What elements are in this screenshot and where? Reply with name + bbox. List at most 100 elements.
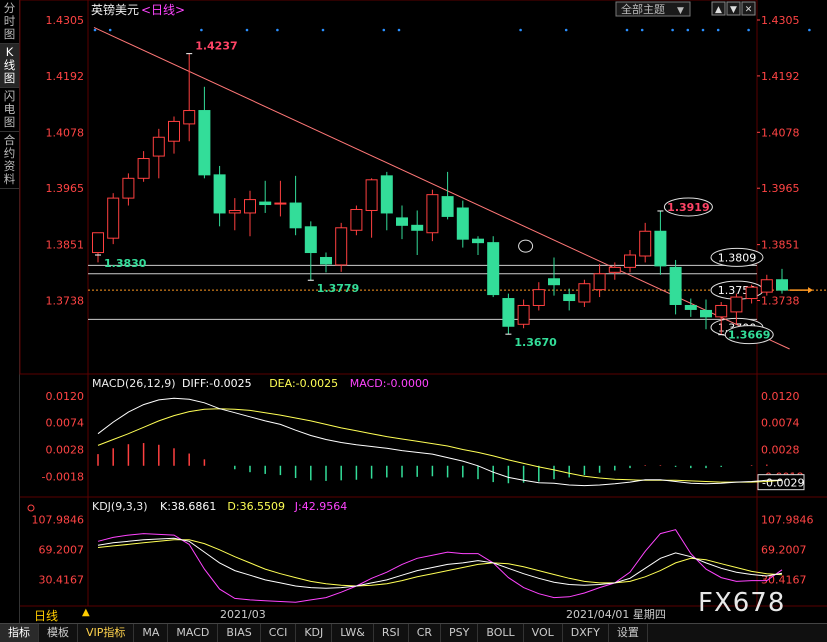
- candle[interactable]: [593, 263, 606, 298]
- scroll-up-button-icon: ▲: [715, 5, 722, 15]
- signal-dot: [564, 28, 568, 32]
- toolbar-cci-button[interactable]: CCI: [261, 624, 297, 642]
- toolbar-rsi-button[interactable]: RSI: [374, 624, 409, 642]
- candle[interactable]: [107, 193, 120, 245]
- signal-dot: [245, 28, 249, 32]
- candle[interactable]: [168, 116, 180, 154]
- candle[interactable]: [441, 171, 454, 220]
- candle-body: [715, 304, 728, 318]
- candle[interactable]: [517, 299, 530, 329]
- period-arrow-icon[interactable]: ▲: [82, 607, 90, 618]
- signal-dots: [93, 28, 811, 32]
- candle[interactable]: [289, 175, 302, 236]
- macd-value-label: MACD:-0.0000: [350, 377, 429, 390]
- toolbar-kdj-button[interactable]: KDJ: [296, 624, 333, 642]
- signal-dot: [640, 28, 644, 32]
- candle-body: [760, 279, 773, 293]
- candle[interactable]: [760, 274, 773, 296]
- signal-dot: [686, 28, 690, 32]
- macd-tick-label-right: 0.0028: [761, 443, 800, 456]
- candle-body: [472, 238, 484, 244]
- candle-body: [563, 294, 576, 302]
- candle-body: [259, 201, 272, 206]
- toolbar-bias-button[interactable]: BIAS: [218, 624, 261, 642]
- candle[interactable]: [198, 86, 211, 179]
- toolbar-dxfy-button[interactable]: DXFY: [563, 624, 609, 642]
- price-tick-label-left: 1.3965: [46, 182, 85, 195]
- candle[interactable]: [213, 165, 226, 227]
- candle[interactable]: [228, 198, 241, 231]
- price-tick-label-left: 1.3738: [46, 295, 85, 308]
- kdj-tick-label-left: 30.4167: [39, 574, 85, 587]
- candle[interactable]: [426, 189, 439, 242]
- candle[interactable]: [183, 53, 196, 142]
- candle[interactable]: [639, 222, 652, 263]
- annotation-label: 1.4237: [195, 40, 237, 53]
- candle[interactable]: [244, 190, 256, 237]
- kdj-indicator-dot-icon: [27, 504, 35, 512]
- candle[interactable]: [563, 288, 576, 311]
- period-selector[interactable]: 日线: [34, 607, 58, 624]
- toolbar-vol-button[interactable]: VOL: [524, 624, 563, 642]
- candle[interactable]: [274, 180, 287, 217]
- candle[interactable]: [122, 173, 135, 206]
- chart-header: 英镑美元 <日线> 全部主题 ▼ ▲ ▼ ✕: [91, 1, 756, 17]
- candle[interactable]: [487, 236, 500, 298]
- candle-body: [745, 286, 758, 300]
- candle[interactable]: [669, 259, 682, 315]
- toolbar-psy-button[interactable]: PSY: [441, 624, 479, 642]
- toolbar-boll-button[interactable]: BOLL: [478, 624, 524, 642]
- candle[interactable]: [624, 250, 636, 273]
- candle-body: [274, 202, 287, 205]
- candle[interactable]: [578, 279, 591, 307]
- period-link[interactable]: <日线>: [141, 3, 185, 17]
- candle[interactable]: [320, 252, 332, 273]
- candle[interactable]: [304, 221, 317, 281]
- candle[interactable]: [396, 205, 408, 240]
- candle[interactable]: [92, 232, 104, 263]
- price-tick-label-right: 1.3738: [761, 295, 800, 308]
- candle-body: [228, 209, 241, 214]
- toolbar--button[interactable]: 模板: [39, 624, 78, 642]
- candle[interactable]: [745, 284, 758, 304]
- macd-value-label: DIFF:-0.0025: [182, 377, 252, 390]
- toolbar-ma-button[interactable]: MA: [134, 624, 169, 642]
- candle[interactable]: [137, 151, 150, 182]
- toolbar-macd-button[interactable]: MACD: [168, 624, 219, 642]
- candle[interactable]: [700, 299, 712, 330]
- price-tick-label-right: 1.4305: [761, 14, 800, 27]
- candle[interactable]: [411, 210, 424, 256]
- candle[interactable]: [380, 171, 393, 231]
- candle-body: [350, 208, 363, 231]
- chart-canvas[interactable]: 英镑美元 <日线> 全部主题 ▼ ▲ ▼ ✕ 1.4305 1.4305 1.4192 1.4192…: [0, 0, 827, 641]
- toolbar--button[interactable]: 设置: [609, 624, 648, 642]
- annotation-label: 1.3669: [728, 329, 770, 342]
- trend-line[interactable]: [93, 26, 790, 350]
- toolbar-cr-button[interactable]: CR: [409, 624, 442, 642]
- candle-body: [578, 283, 591, 303]
- candle[interactable]: [472, 236, 484, 256]
- toolbar-lw-button[interactable]: LW&: [332, 624, 374, 642]
- candle[interactable]: [776, 268, 788, 294]
- price-tick-label-right: 1.4192: [761, 70, 800, 83]
- candle[interactable]: [335, 222, 348, 272]
- kdj-tick-label-right: 69.2007: [761, 544, 807, 557]
- candle-body: [168, 120, 180, 142]
- candle[interactable]: [365, 178, 378, 238]
- candle[interactable]: [350, 205, 363, 236]
- candle-body: [487, 242, 500, 296]
- candle[interactable]: [259, 180, 272, 213]
- candle[interactable]: [502, 293, 515, 335]
- kdj-value-label: D:36.5509: [227, 500, 285, 513]
- scroll-down-button-icon: ▼: [730, 5, 737, 15]
- toolbar-vip-button[interactable]: VIP指标: [78, 624, 135, 642]
- candle-body: [335, 227, 348, 266]
- candle[interactable]: [456, 200, 469, 248]
- candle[interactable]: [532, 282, 545, 311]
- candle[interactable]: [152, 128, 165, 179]
- toolbar--button[interactable]: 指标: [0, 624, 39, 642]
- price-tick-label-right: 1.3851: [761, 239, 800, 252]
- candle-body: [456, 207, 469, 240]
- indicator-toolbar: 指标 模板 VIP指标 MA MACD BIAS CCI KDJ LW& RSI CR PSY BOLL…: [0, 623, 827, 642]
- candle[interactable]: [654, 210, 667, 275]
